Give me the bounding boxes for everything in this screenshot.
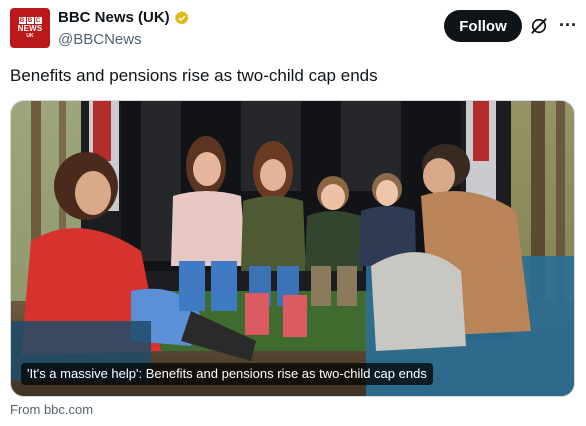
grok-slash-icon[interactable] bbox=[529, 16, 549, 36]
avatar-letter-b2: B bbox=[26, 17, 34, 24]
card-caption[interactable]: 'It's a massive help': Benefits and pens… bbox=[21, 363, 433, 385]
tweet-header: B B C NEWS UK BBC News (UK) @BBCNews Fol… bbox=[0, 0, 586, 60]
bbc-news-avatar[interactable]: B B C NEWS UK bbox=[10, 8, 50, 48]
display-name[interactable]: BBC News (UK) bbox=[58, 9, 170, 26]
avatar-letter-c: C bbox=[34, 17, 42, 24]
handle[interactable]: @BBCNews bbox=[58, 31, 142, 48]
verified-badge-icon[interactable] bbox=[174, 10, 190, 26]
tweet-text: Benefits and pensions rise as two-child … bbox=[10, 66, 378, 85]
link-card[interactable]: 'It's a massive help': Benefits and pens… bbox=[10, 100, 575, 397]
bbc-logo-blocks: B B C bbox=[18, 17, 42, 24]
card-source[interactable]: From bbc.com bbox=[10, 402, 93, 417]
follow-button[interactable]: Follow bbox=[444, 10, 522, 42]
avatar-uk-text: UK bbox=[26, 33, 34, 39]
family-at-van-photo bbox=[11, 101, 574, 396]
avatar-news-text: NEWS bbox=[17, 24, 43, 33]
more-horizontal-icon[interactable]: ··· bbox=[557, 14, 579, 36]
avatar-letter-b1: B bbox=[18, 17, 26, 24]
name-row: BBC News (UK) bbox=[58, 9, 190, 26]
